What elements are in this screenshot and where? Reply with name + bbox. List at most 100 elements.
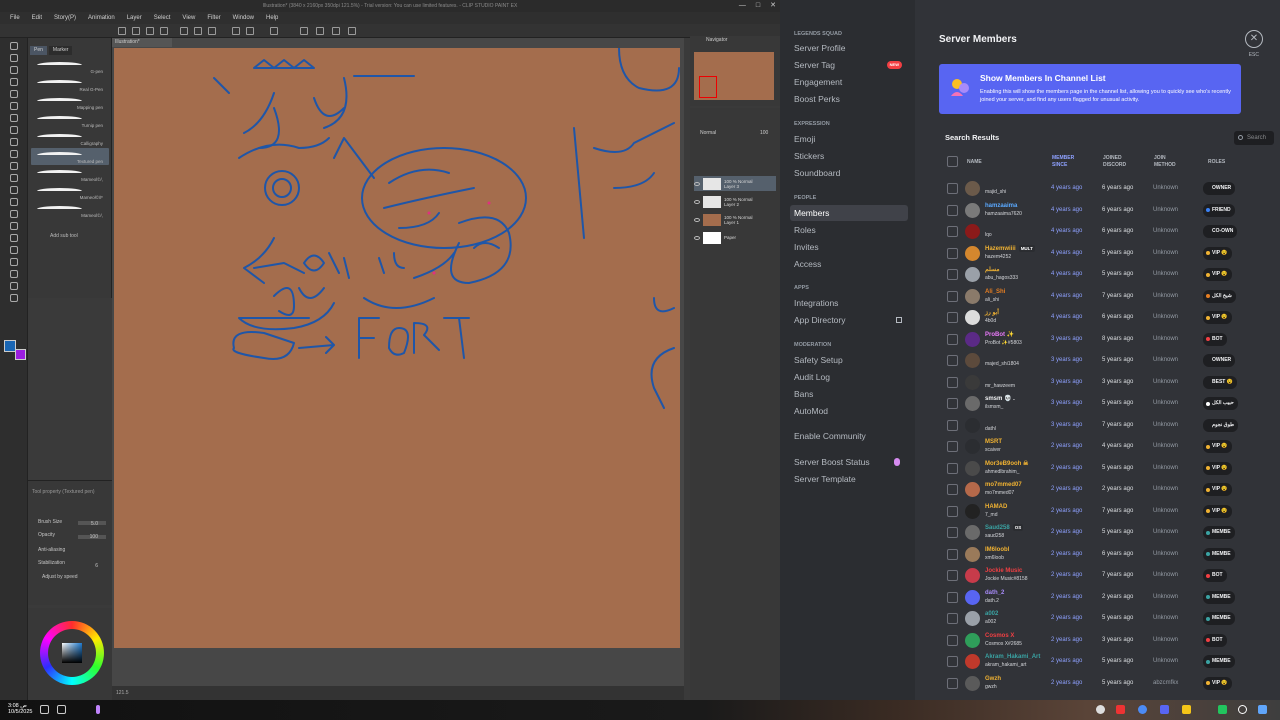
row-checkbox[interactable] (947, 226, 958, 237)
table-row[interactable]: ProBot ✨ ProBot ✨#5803 3 years ago 8 years … (939, 329, 1280, 351)
row-checkbox[interactable] (947, 355, 958, 366)
role-badge[interactable]: MEMBE (1203, 526, 1235, 539)
sidebar-item-emoji[interactable]: Emoji (790, 131, 908, 147)
col-member-since[interactable]: MEMBER SINCE (1052, 155, 1086, 169)
export-icon[interactable] (160, 27, 168, 35)
row-checkbox[interactable] (947, 419, 958, 431)
member-display-name[interactable]: Saud258 OS (985, 524, 1024, 532)
table-row[interactable]: mo7mmed07 mo7mmed07 2 years ago 2 years ago… (939, 479, 1280, 501)
hand-tool-icon[interactable] (10, 294, 18, 302)
table-row[interactable]: MSRT scaiver 2 years ago 4 years ago Unknown… (939, 436, 1280, 458)
move-tool-icon[interactable] (10, 54, 18, 62)
layer-row[interactable]: 100 % Normal Layer 3 (694, 176, 776, 191)
table-row[interactable]: smsm 💀 . ilsmsm_ 3 years ago 5 years ago Unk… (939, 393, 1280, 415)
settings-icon[interactable] (208, 27, 216, 35)
zoom-tool-icon[interactable] (10, 42, 18, 50)
avatar[interactable] (965, 568, 980, 583)
avatar[interactable] (965, 611, 980, 626)
eye-icon[interactable] (694, 181, 700, 186)
table-row[interactable]: Cosmos X Cosmos X#2685 2 years ago 3 years … (939, 630, 1280, 652)
col-joined-discord[interactable]: JOINED DISCORD (1103, 155, 1137, 169)
clear-icon[interactable] (232, 27, 240, 35)
member-display-name[interactable]: Mor3eB9ooh ☠ (985, 460, 1028, 468)
sidebar-item-soundboard[interactable]: Soundboard (790, 165, 908, 181)
member-display-name[interactable]: MSRT (985, 438, 1002, 446)
menu-layer[interactable]: Layer (127, 12, 142, 24)
avatar[interactable] (965, 632, 980, 648)
save-icon[interactable] (146, 27, 154, 35)
stabilization-value[interactable]: 6 (95, 563, 98, 569)
row-checkbox[interactable] (947, 204, 958, 216)
role-badge[interactable]: VIP 😵 (1203, 268, 1232, 281)
blend-mode-select[interactable]: Normal (700, 130, 716, 136)
tab-pen[interactable]: Pen (30, 46, 47, 55)
undo-icon[interactable] (180, 27, 188, 35)
avatar[interactable] (965, 417, 980, 433)
eye-icon[interactable] (694, 199, 700, 204)
avatar[interactable] (965, 396, 980, 411)
sidebar-item-server-tag[interactable]: Server Tag NEW (790, 57, 908, 73)
table-row[interactable]: lqo 4 years ago 6 years ago Unknown CO-OWN (939, 221, 1280, 243)
sidebar-item-audit-log[interactable]: Audit Log (790, 369, 908, 385)
role-badge[interactable]: CO-OWN (1203, 225, 1238, 238)
row-checkbox[interactable] (947, 613, 958, 624)
col-name[interactable]: NAME (967, 159, 982, 166)
table-row[interactable]: HAMAD 7_md 2 years ago 7 years ago Unknown VI… (939, 501, 1280, 523)
navigator-view-frame[interactable] (699, 76, 717, 98)
member-display-name[interactable]: smsm 💀 . (985, 395, 1015, 403)
gradient-tool-icon[interactable] (10, 210, 18, 218)
eyedropper-tool-icon[interactable] (10, 102, 18, 110)
member-display-name[interactable]: مسلم (985, 266, 1000, 274)
eraser-tool-icon[interactable] (10, 174, 18, 182)
menu-file[interactable]: File (10, 12, 20, 24)
member-display-name[interactable]: HAMAD (985, 503, 1007, 511)
row-checkbox[interactable] (947, 591, 958, 603)
frame-tool-icon[interactable] (10, 234, 18, 242)
brush-item[interactable]: Mameol©/, (31, 202, 109, 219)
drawing-canvas[interactable] (114, 48, 680, 648)
notification-icon[interactable] (40, 705, 49, 714)
navigator-thumbnail[interactable] (694, 52, 774, 100)
blend-tool-icon[interactable] (10, 186, 18, 194)
redo-icon[interactable] (194, 27, 202, 35)
sidebar-item-stickers[interactable]: Stickers (790, 148, 908, 164)
avatar[interactable] (965, 654, 980, 669)
row-checkbox[interactable] (947, 656, 958, 667)
sidebar-item-roles[interactable]: Roles (790, 222, 908, 238)
role-badge[interactable]: MEMBE (1203, 590, 1235, 604)
balloon-tool-icon[interactable] (10, 270, 18, 278)
brush-tool-icon[interactable] (10, 138, 18, 146)
brush-item[interactable]: Mameol©/F (31, 184, 109, 201)
row-checkbox[interactable] (947, 183, 958, 194)
fill-icon[interactable] (246, 27, 254, 35)
table-row[interactable]: IM6loobl xm6loob 2 years ago 6 years ago Unk… (939, 544, 1280, 566)
table-row[interactable]: Gwzh gwzh 2 years ago 5 years ago abzcmfkx VI… (939, 673, 1280, 695)
role-badge[interactable]: VIP 😵 (1203, 440, 1232, 453)
sidebar-item-members[interactable]: Members (790, 205, 908, 221)
table-row[interactable]: dathl 3 years ago 7 years ago Unknown طوق نج… (939, 415, 1280, 437)
role-badge[interactable]: VIP 😵 (1203, 246, 1232, 260)
avatar[interactable] (965, 503, 980, 519)
sidebar-item-access[interactable]: Access (790, 256, 908, 272)
sidebar-item-server-template[interactable]: Server Template (790, 471, 908, 487)
adjust-by-speed-label[interactable]: Adjust by speed (42, 574, 78, 580)
col-join-method[interactable]: JOIN METHOD (1154, 155, 1184, 169)
brush-item[interactable]: Calligraphy (31, 130, 109, 147)
avatar[interactable] (965, 353, 980, 368)
brush-item[interactable]: G-pen (31, 58, 109, 75)
deselect-icon[interactable] (316, 27, 324, 35)
kick-icon[interactable] (1218, 705, 1227, 714)
role-badge[interactable]: VIP 😵 (1203, 483, 1232, 496)
pencil-tool-icon[interactable] (10, 126, 18, 134)
discord-icon[interactable] (1160, 705, 1169, 714)
menu-filter[interactable]: Filter (207, 12, 220, 24)
menu-animation[interactable]: Animation (88, 12, 115, 24)
avatar[interactable] (965, 546, 980, 562)
table-row[interactable]: مسلم abu_hagos333 4 years ago 5 years ago Un… (939, 264, 1280, 286)
table-row[interactable]: a002 a002 2 years ago 5 years ago Unknown MEM… (939, 608, 1280, 630)
member-display-name[interactable]: dath_2 (985, 589, 1004, 597)
sidebar-item-app-directory[interactable]: App Directory (790, 312, 908, 328)
tab-marker[interactable]: Marker (48, 46, 73, 55)
sidebar-item-enable-community[interactable]: Enable Community (790, 428, 908, 444)
menu-window[interactable]: Window (233, 12, 254, 24)
